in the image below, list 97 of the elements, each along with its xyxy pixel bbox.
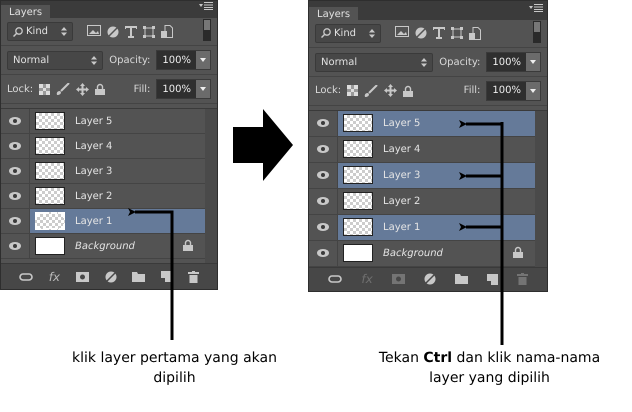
layer-row[interactable]: Layer 5 <box>1 109 205 134</box>
new-layer-icon[interactable] <box>486 274 498 285</box>
folder-icon[interactable] <box>132 272 146 282</box>
updown-arrows-icon <box>421 58 428 67</box>
caption: Tekan Ctrl dan klik nama-nama layer yang dipilih <box>378 349 602 388</box>
opacity-label: Opacity: <box>439 56 480 68</box>
pointer-arrow <box>459 223 502 231</box>
layer-name: Layer 4 <box>75 140 112 152</box>
filter-toggle-icon[interactable] <box>533 20 541 43</box>
pointer-arrow <box>459 172 502 180</box>
lock-icon[interactable] <box>513 246 523 258</box>
caption: klik layer pertama yang akan dipilih <box>72 349 277 388</box>
panel-menu-icon[interactable] <box>529 4 543 12</box>
eye-icon[interactable] <box>9 217 21 225</box>
eye-icon[interactable] <box>9 117 21 125</box>
lock-pixels-icon[interactable] <box>39 84 50 94</box>
blend-mode-dropdown[interactable]: Normal <box>315 52 434 72</box>
fill-field[interactable]: 100% <box>156 79 211 99</box>
updown-arrows-icon <box>61 27 67 36</box>
updown-arrows-icon <box>91 56 98 64</box>
eye-icon[interactable] <box>9 167 21 175</box>
dropdown-arrow-icon[interactable] <box>530 88 536 93</box>
lock-label: Lock: <box>7 84 34 94</box>
folder-icon[interactable] <box>454 274 468 284</box>
layer-name: Layer 1 <box>383 222 420 233</box>
layer-name: Layer 2 <box>383 196 420 207</box>
eye-icon[interactable] <box>9 142 21 150</box>
transform-box-icon[interactable] <box>451 27 463 40</box>
move-icon[interactable] <box>384 84 398 98</box>
document-filter-icon[interactable] <box>161 25 173 38</box>
layer-name: Background <box>75 240 135 252</box>
opacity-label: Opacity: <box>109 54 150 66</box>
panel-menu-icon[interactable] <box>199 2 213 10</box>
blend-mode-dropdown[interactable]: Normal <box>7 50 104 70</box>
scrollbar[interactable] <box>205 109 217 263</box>
image-filter-icon[interactable] <box>395 26 409 38</box>
mask-icon[interactable] <box>76 272 89 282</box>
half-circle-icon[interactable] <box>104 270 117 282</box>
updown-arrows-icon <box>369 28 375 38</box>
layer-name: Layer 5 <box>383 118 420 129</box>
layer-name: Layer 3 <box>383 170 420 181</box>
layer-name: Layer 5 <box>75 116 112 126</box>
scrollbar[interactable] <box>535 110 547 267</box>
dropdown-arrow-icon[interactable] <box>200 87 206 91</box>
layer-name: Layer 2 <box>75 190 112 202</box>
layer-name: Layer 4 <box>383 144 420 155</box>
lock-icon[interactable] <box>183 238 193 250</box>
layer-name: Layer 1 <box>75 216 112 226</box>
layer-row[interactable]: Background <box>1 234 205 259</box>
eye-icon[interactable] <box>317 197 329 206</box>
eye-icon[interactable] <box>317 119 329 128</box>
search-icon <box>321 28 331 38</box>
eye-icon[interactable] <box>317 145 329 154</box>
layer-name: Background <box>383 248 443 259</box>
half-circle-icon[interactable] <box>415 27 427 40</box>
fill-label: Fill: <box>134 84 150 94</box>
new-layer-icon[interactable] <box>161 271 172 282</box>
text-filter-icon[interactable] <box>433 27 445 40</box>
layer-row[interactable]: Layer 3 <box>1 159 205 184</box>
brush-icon[interactable] <box>56 83 70 95</box>
opacity-field[interactable]: 100% <box>156 50 211 70</box>
text-filter-icon[interactable] <box>125 26 137 38</box>
search-icon <box>13 26 23 36</box>
document-filter-icon[interactable] <box>469 26 481 40</box>
opacity-field[interactable]: 100% <box>486 52 541 72</box>
pointer-arrow <box>459 120 502 128</box>
layer-row[interactable]: Layer 4 <box>1 134 205 159</box>
fx-button[interactable]: fx <box>48 270 60 284</box>
right-arrow-icon <box>233 109 293 181</box>
kind-filter-dropdown[interactable]: Kind <box>7 22 73 41</box>
lock-icon[interactable] <box>95 83 106 95</box>
link-icon[interactable] <box>18 272 33 280</box>
link-icon[interactable] <box>328 275 342 284</box>
eye-icon[interactable] <box>317 249 329 258</box>
image-filter-icon[interactable] <box>87 24 101 36</box>
half-circle-icon[interactable] <box>107 26 119 38</box>
fill-field[interactable]: 100% <box>486 80 541 101</box>
eye-icon[interactable] <box>317 223 329 232</box>
layer-name: Layer 3 <box>75 166 112 176</box>
eye-icon[interactable] <box>9 192 21 200</box>
filter-toggle-icon[interactable] <box>203 19 211 41</box>
fill-label: Fill: <box>464 85 480 96</box>
dropdown-arrow-icon[interactable] <box>530 60 536 64</box>
half-circle-icon[interactable] <box>424 273 436 286</box>
layers-tab[interactable]: Layers <box>309 6 358 20</box>
lock-icon[interactable] <box>403 84 414 97</box>
layers-tab[interactable]: Layers <box>1 5 50 18</box>
eye-icon[interactable] <box>9 242 21 250</box>
lock-label: Lock: <box>315 85 342 96</box>
kind-filter-dropdown[interactable]: Kind <box>315 24 381 43</box>
brush-icon[interactable] <box>364 84 378 97</box>
dropdown-arrow-icon[interactable] <box>200 58 206 62</box>
transform-box-icon[interactable] <box>143 26 155 38</box>
lock-pixels-icon[interactable] <box>347 85 358 96</box>
move-icon[interactable] <box>76 82 90 96</box>
trash-icon[interactable] <box>188 270 199 282</box>
eye-icon[interactable] <box>317 171 329 180</box>
